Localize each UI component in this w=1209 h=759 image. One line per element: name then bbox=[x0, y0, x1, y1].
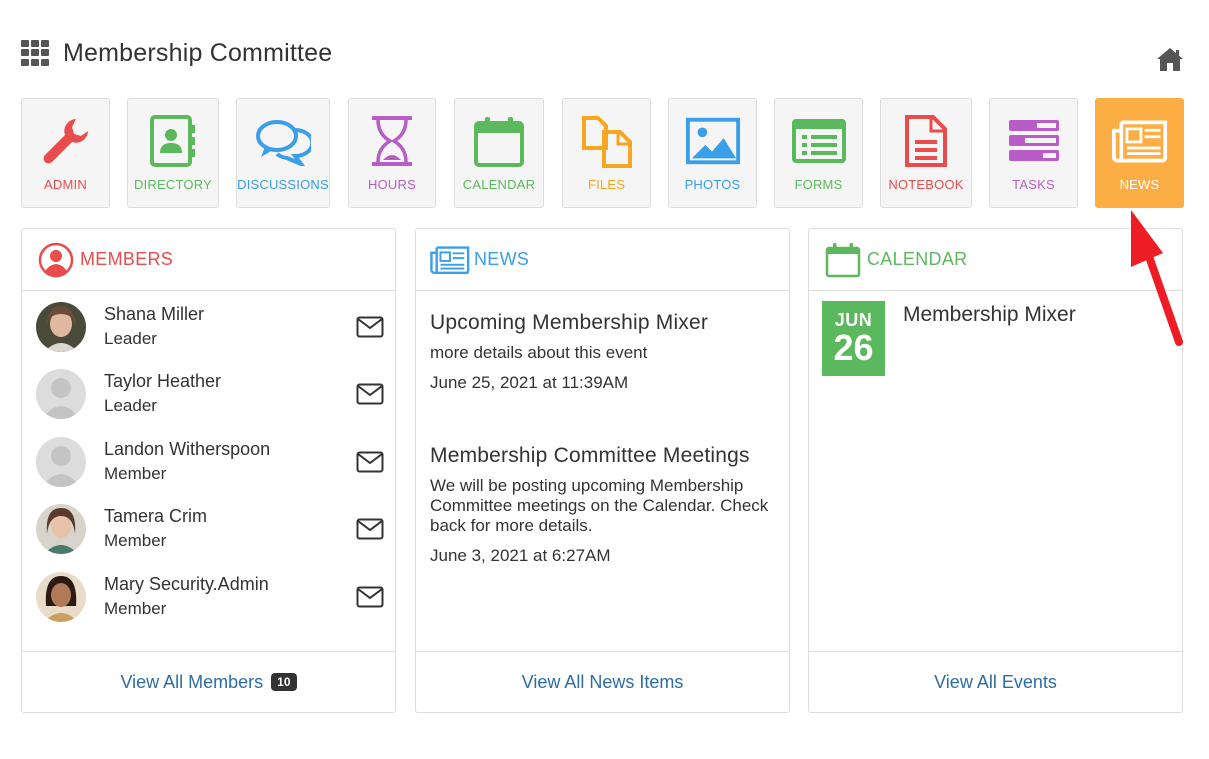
tile-files[interactable]: FILES bbox=[562, 98, 651, 208]
avatar[interactable] bbox=[36, 504, 86, 554]
tile-label: NEWS bbox=[1119, 177, 1160, 192]
envelope-icon[interactable] bbox=[356, 316, 384, 338]
avatar[interactable] bbox=[36, 302, 86, 352]
address-book-icon bbox=[145, 113, 201, 169]
tile-label: ADMIN bbox=[44, 177, 87, 192]
tile-label: CALENDAR bbox=[462, 177, 536, 192]
news-title[interactable]: Upcoming Membership Mixer bbox=[430, 311, 780, 335]
avatar[interactable] bbox=[36, 369, 86, 419]
news-title[interactable]: Membership Committee Meetings bbox=[430, 444, 780, 468]
news-item: Membership Committee Meetings We will be… bbox=[430, 444, 780, 566]
form-icon bbox=[791, 113, 847, 169]
envelope-icon[interactable] bbox=[356, 518, 384, 540]
news-date: June 25, 2021 at 11:39AM bbox=[430, 373, 629, 392]
panel-title: CALENDAR bbox=[867, 249, 968, 269]
members-panel-footer: View All Members 10 bbox=[22, 651, 395, 712]
link-label: View All Members bbox=[120, 671, 264, 692]
files-icon bbox=[579, 113, 635, 169]
tile-directory[interactable]: DIRECTORY bbox=[127, 98, 219, 208]
wrench-icon bbox=[38, 113, 94, 169]
tile-label: PHOTOS bbox=[684, 177, 741, 192]
avatar[interactable] bbox=[36, 437, 86, 487]
view-all-events-link[interactable]: View All Events bbox=[934, 672, 1057, 693]
tile-photos[interactable]: PHOTOS bbox=[668, 98, 757, 208]
member-name[interactable]: Tamera Crim bbox=[104, 506, 207, 527]
tile-label: DISCUSSIONS bbox=[237, 177, 329, 192]
member-name[interactable]: Taylor Heather bbox=[104, 371, 221, 392]
member-name[interactable]: Shana Miller bbox=[104, 304, 204, 325]
news-panel: NEWS Upcoming Membership Mixer more deta… bbox=[415, 228, 790, 713]
photo-icon bbox=[685, 113, 741, 169]
tile-forms[interactable]: FORMS bbox=[774, 98, 863, 208]
member-row: Landon Witherspoon Member bbox=[36, 437, 386, 495]
news-item: Upcoming Membership Mixer more details a… bbox=[430, 311, 780, 393]
news-panel-header: NEWS bbox=[416, 229, 789, 291]
calendar-panel-header: CALENDAR bbox=[809, 229, 1182, 291]
calendar-panel: CALENDAR JUN 26 Membership Mixer View Al… bbox=[808, 228, 1183, 713]
member-role: Leader bbox=[104, 329, 157, 348]
tasks-icon bbox=[1006, 113, 1062, 169]
tile-hours[interactable]: HOURS bbox=[348, 98, 436, 208]
calendar-panel-footer: View All Events bbox=[809, 651, 1182, 712]
tile-admin[interactable]: ADMIN bbox=[21, 98, 110, 208]
member-name[interactable]: Mary Security.Admin bbox=[104, 574, 269, 595]
member-role: Member bbox=[104, 464, 167, 483]
grid-icon[interactable] bbox=[21, 40, 51, 66]
tile-label: FILES bbox=[587, 177, 626, 192]
chat-bubbles-icon bbox=[255, 113, 311, 169]
member-name[interactable]: Landon Witherspoon bbox=[104, 439, 270, 460]
panel-title: MEMBERS bbox=[80, 249, 174, 269]
avatar[interactable] bbox=[36, 572, 86, 622]
tile-discussions[interactable]: DISCUSSIONS bbox=[236, 98, 330, 208]
envelope-icon[interactable] bbox=[356, 451, 384, 473]
member-row: Taylor Heather Leader bbox=[36, 369, 386, 427]
panel-title: NEWS bbox=[474, 249, 530, 269]
tile-tasks[interactable]: TASKS bbox=[989, 98, 1078, 208]
members-panel: MEMBERS Shana Miller Leader Taylor Heath… bbox=[21, 228, 396, 713]
calendar-icon bbox=[823, 240, 863, 280]
member-role: Leader bbox=[104, 396, 157, 415]
members-panel-header: MEMBERS bbox=[22, 229, 395, 291]
user-circle-icon bbox=[36, 240, 76, 280]
news-panel-footer: View All News Items bbox=[416, 651, 789, 712]
member-count-badge: 10 bbox=[271, 672, 297, 691]
member-role: Member bbox=[104, 531, 167, 550]
calendar-icon bbox=[471, 113, 527, 169]
tile-news[interactable]: NEWS bbox=[1095, 98, 1184, 208]
envelope-icon[interactable] bbox=[356, 586, 384, 608]
tile-label: FORMS bbox=[794, 177, 843, 192]
news-description: We will be posting upcoming Membership C… bbox=[430, 476, 769, 535]
page-header: Membership Committee bbox=[21, 36, 332, 70]
tile-label: HOURS bbox=[368, 177, 416, 192]
news-date: June 3, 2021 at 6:27AM bbox=[430, 546, 611, 565]
member-row: Shana Miller Leader bbox=[36, 302, 386, 360]
event-title[interactable]: Membership Mixer bbox=[903, 303, 1076, 327]
event-date-badge: JUN 26 bbox=[822, 301, 885, 376]
view-all-members-link[interactable]: View All Members 10 bbox=[120, 671, 297, 693]
page-title: Membership Committee bbox=[63, 38, 333, 67]
document-icon bbox=[898, 113, 954, 169]
newspaper-icon bbox=[1111, 113, 1168, 169]
news-description: more details about this event bbox=[430, 343, 648, 362]
tile-calendar[interactable]: CALENDAR bbox=[454, 98, 544, 208]
home-icon[interactable] bbox=[1155, 45, 1185, 73]
member-row: Mary Security.Admin Member bbox=[36, 572, 386, 630]
envelope-icon[interactable] bbox=[356, 383, 384, 405]
view-all-news-link[interactable]: View All News Items bbox=[522, 672, 684, 693]
hourglass-icon bbox=[364, 113, 420, 169]
newspaper-icon bbox=[430, 240, 470, 280]
tile-label: NOTEBOOK bbox=[888, 177, 964, 192]
tile-label: DIRECTORY bbox=[134, 177, 212, 192]
event-day: 26 bbox=[833, 327, 874, 368]
member-role: Member bbox=[104, 599, 167, 618]
tile-label: TASKS bbox=[1012, 177, 1055, 192]
tile-notebook[interactable]: NOTEBOOK bbox=[880, 98, 972, 208]
member-row: Tamera Crim Member bbox=[36, 504, 386, 562]
